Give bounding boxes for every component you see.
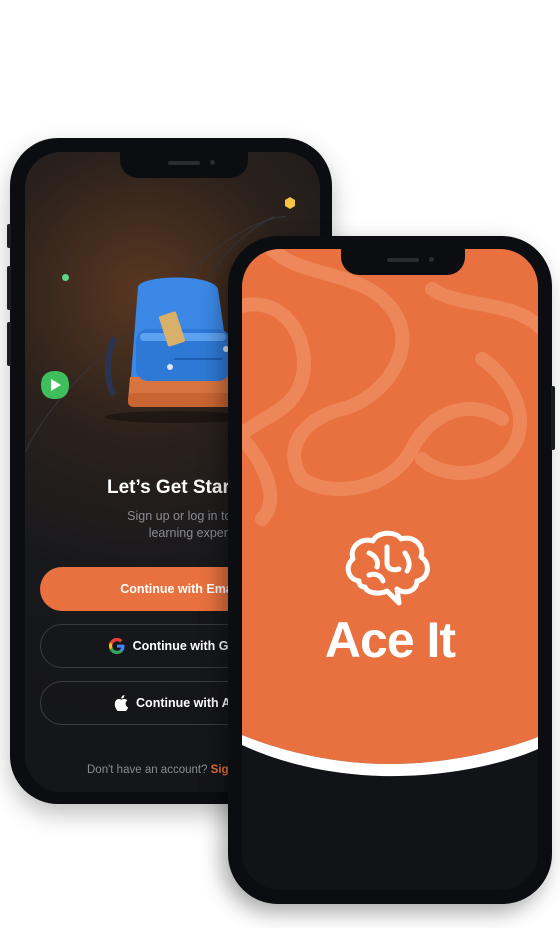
continue-with-email-label: Continue with Email — [120, 582, 240, 596]
notch — [341, 249, 465, 275]
signup-link[interactable]: Sig — [211, 764, 229, 776]
play-icon — [40, 370, 70, 400]
app-name: Ace It — [324, 612, 456, 668]
hexagon-dot — [285, 197, 295, 209]
splash-phone: Ace It — [228, 236, 555, 904]
brain-chat-icon — [339, 529, 435, 613]
green-dot — [62, 274, 69, 281]
side-button — [551, 386, 555, 450]
page-title: Let’s Get Starte — [107, 477, 247, 498]
side-button — [7, 224, 11, 248]
google-icon — [108, 638, 125, 654]
side-button — [7, 266, 11, 310]
signup-prompt: Don't have an account? Sig — [87, 764, 229, 776]
signup-prompt-text: Don't have an account? — [87, 764, 211, 776]
splash-screen: Ace It — [242, 249, 538, 890]
side-button — [7, 322, 11, 366]
apple-icon — [114, 695, 129, 711]
